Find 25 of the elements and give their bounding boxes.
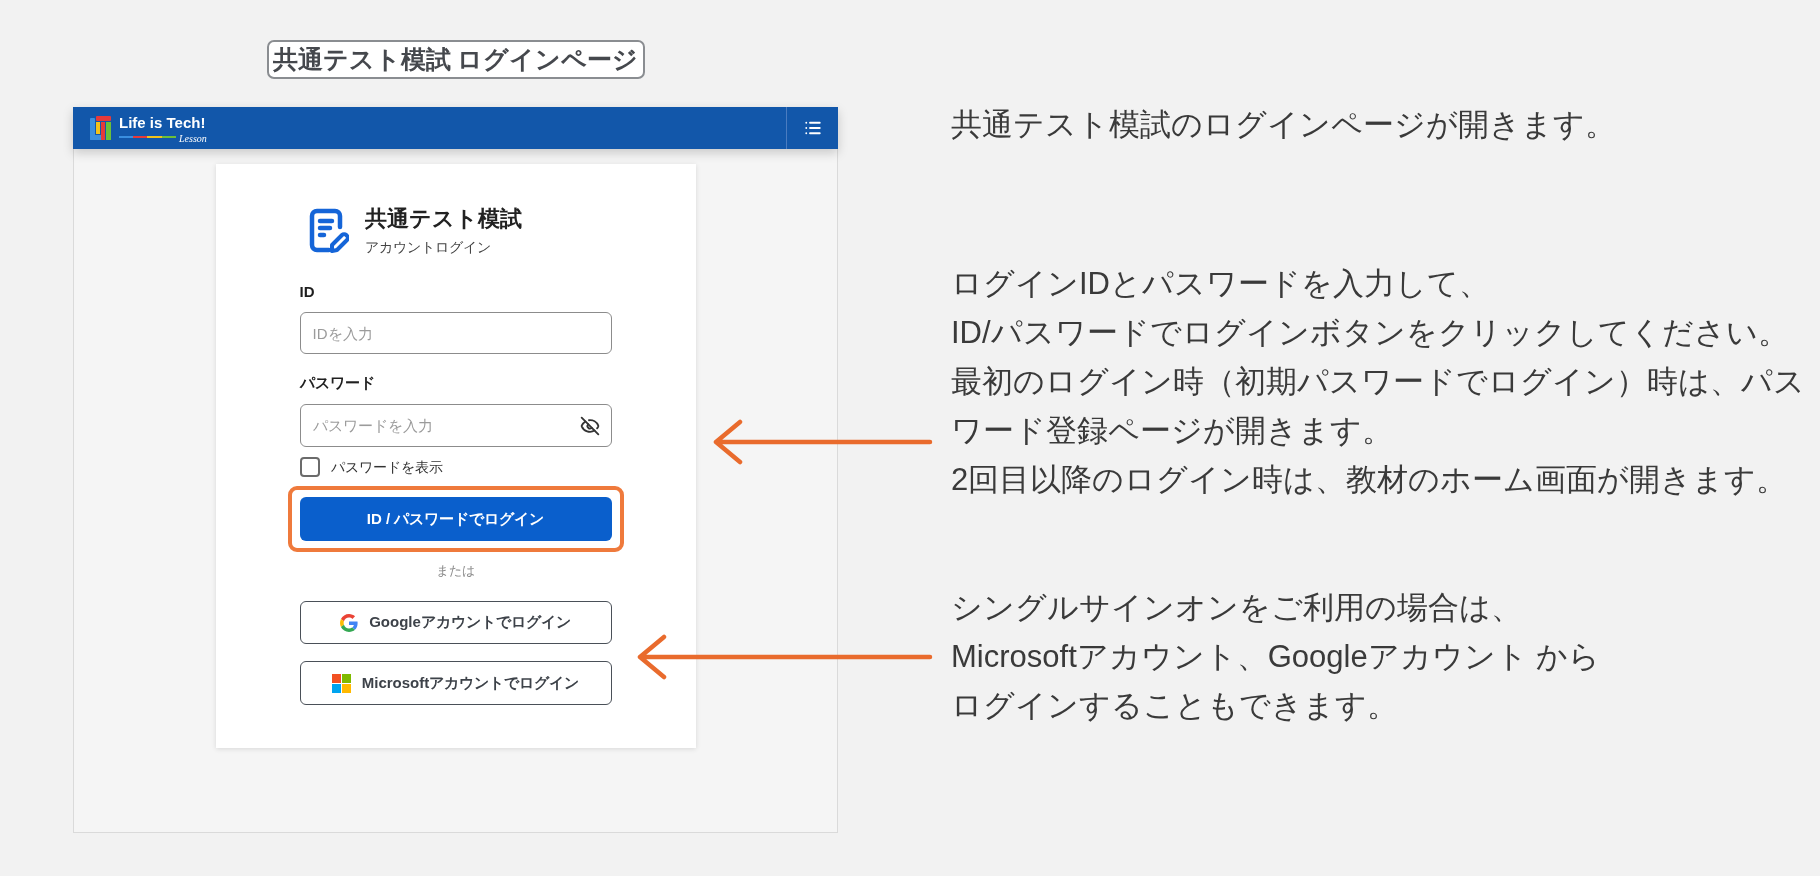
four-squares-logo-icon [331, 673, 351, 693]
instruction-text: ログインIDとパスワードを入力して、 ID/パスワードでログインボタンをクリックしてください。 最初のログイン時（初期パスワードでログイン）時は、パス ワード登録ページが開きます。 2回目以降のログイン時は、教材のホーム画面が開きます。 [951, 265, 1805, 499]
eye-off-icon[interactable] [579, 416, 600, 436]
separator-text: または [436, 562, 475, 580]
checkbox-label: パスワードを表示 [330, 458, 443, 477]
card-title: 共通テスト模試 [364, 206, 522, 232]
login-button[interactable]: ID / パスワードでログイン [299, 497, 612, 541]
logo-icon [90, 116, 111, 140]
document-edit-icon [308, 208, 349, 254]
instruction-text: シングルサインオンをご利用の場合は、 Microsoftアカウント、Googleアカウント から ログインすることもできます。 [951, 589, 1602, 725]
sso-login-button[interactable]: Googleアカウントでログイン [299, 601, 612, 644]
page-title-label: 共通テスト模試 ログインページ [266, 40, 645, 79]
menu-icon [803, 119, 822, 137]
show-password-checkbox[interactable] [299, 457, 320, 477]
password-field[interactable]: パスワードを入力 [299, 404, 612, 447]
logo-text: Life is Tech! [119, 114, 207, 131]
logo-stripe-drawing [119, 135, 176, 138]
sso-login-button[interactable]: Microsoftアカウントでログイン [299, 661, 612, 705]
field-label: パスワード [299, 373, 375, 393]
field-label: ID [299, 282, 315, 302]
input-field[interactable]: IDを入力 [299, 312, 612, 354]
g-logo-icon [340, 613, 359, 632]
instruction-text: 共通テスト模試のログインページが開きます。 [951, 106, 1617, 144]
logo-subtext: Lesson [179, 134, 207, 144]
card-subtitle: アカウントログイン [364, 238, 492, 256]
